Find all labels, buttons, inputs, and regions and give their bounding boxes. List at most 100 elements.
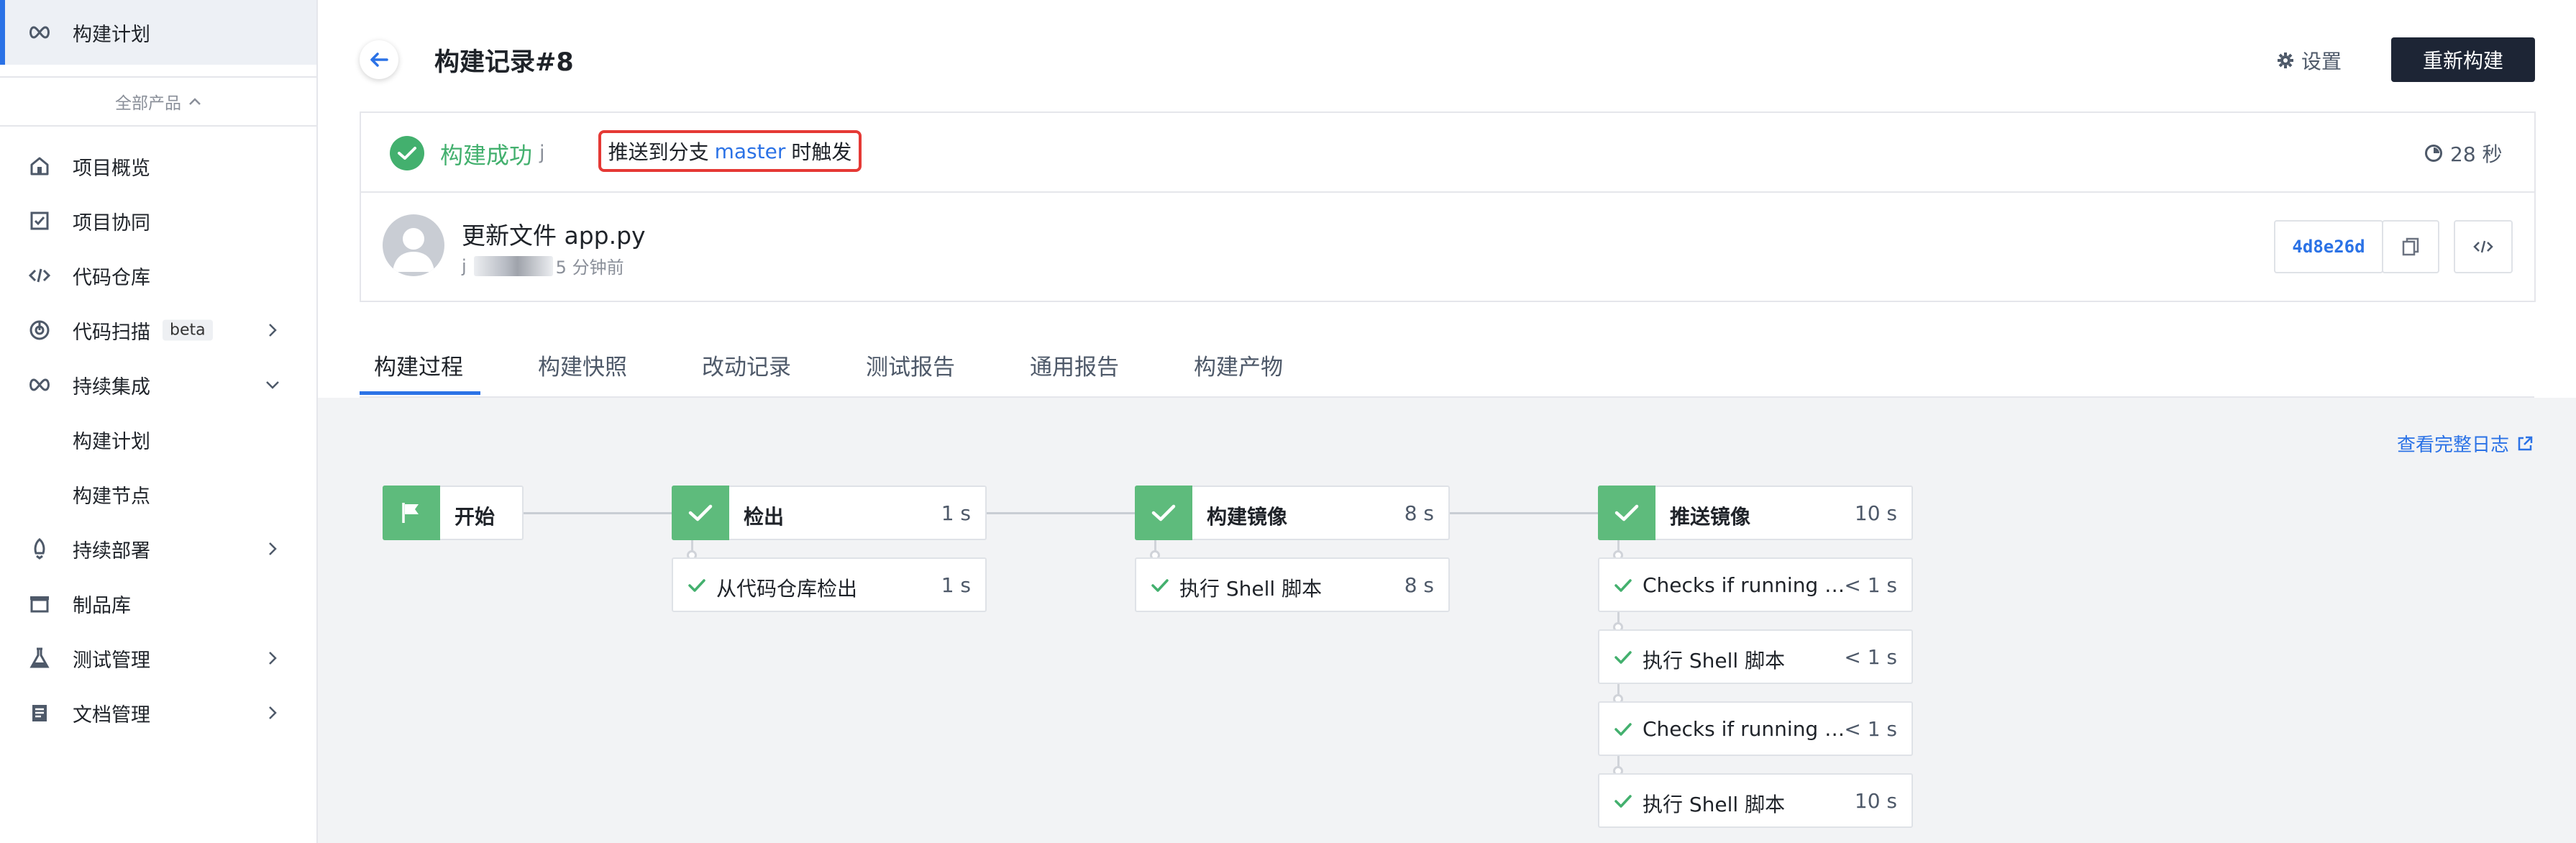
flag-icon: [383, 486, 440, 540]
check-icon: [672, 486, 729, 540]
view-full-log-link[interactable]: 查看完整日志: [2397, 430, 2534, 457]
job-time: 10 s: [1854, 789, 1897, 813]
job-time: 1 s: [941, 573, 971, 597]
start-label: 开始: [455, 505, 495, 529]
duration-value: 28 秒: [2450, 142, 2503, 166]
chevron-right-icon: [260, 318, 285, 342]
sidebar-item-label: 构建节点: [73, 485, 150, 508]
page-title: 构建记录#8: [434, 48, 574, 77]
tab-test-report[interactable]: 测试报告: [866, 349, 955, 381]
job-item[interactable]: 执行 Shell 脚本 8 s: [1135, 557, 1450, 612]
sidebar-item-label: 构建计划: [73, 23, 150, 46]
job-item[interactable]: 从代码仓库检出 1 s: [672, 557, 987, 612]
sidebar-item-artifacts[interactable]: 制品库: [0, 576, 316, 631]
card-divider: [361, 191, 2534, 193]
sidebar-item-repo[interactable]: 代码仓库: [0, 248, 316, 303]
chevron-right-icon: [260, 701, 285, 725]
job-item[interactable]: Checks if running o... < 1 s: [1598, 557, 1913, 612]
home-icon: [26, 152, 53, 180]
sidebar-item-build-plan-active[interactable]: 构建计划: [0, 0, 316, 65]
stage-name: 推送镜像: [1670, 505, 1751, 529]
pipeline-connector: [523, 512, 672, 514]
sidebar-item-collab[interactable]: 项目协同: [0, 193, 316, 248]
commit-time: 5 分钟前: [555, 258, 624, 278]
stage-time: 8 s: [1404, 501, 1434, 525]
job-time: < 1 s: [1844, 573, 1897, 597]
build-status: 构建成功: [440, 142, 533, 169]
sidebar-subitem-build-plan[interactable]: 构建计划: [0, 412, 316, 467]
sidebar: 构建计划 全部产品 项目概览 项目协同 代码仓库 代码扫描 beta 持续集成 …: [0, 0, 318, 843]
job-time: 8 s: [1404, 573, 1434, 597]
back-button[interactable]: [360, 40, 398, 79]
check-icon: [1614, 723, 1632, 736]
browse-code-button[interactable]: [2454, 220, 2513, 273]
copy-sha-button[interactable]: [2382, 220, 2439, 273]
job-name: 从代码仓库检出: [716, 577, 858, 601]
checkbox-icon: [26, 207, 53, 234]
all-products-label: 全部产品: [115, 94, 181, 113]
tab-change-log[interactable]: 改动记录: [702, 349, 791, 381]
tab-build-artifacts[interactable]: 构建产物: [1194, 349, 1283, 381]
sidebar-item-build-plan-top[interactable]: 构建计划: [0, 5, 316, 60]
stage-build-image[interactable]: 构建镜像 8 s: [1135, 486, 1450, 540]
sidebar-item-label: 持续部署: [73, 539, 150, 562]
sidebar-item-label: 测试管理: [73, 649, 150, 672]
trigger-prefix: 推送到分支: [608, 140, 709, 164]
pipeline-area: [318, 398, 2576, 843]
full-log-label: 查看完整日志: [2397, 434, 2510, 456]
sidebar-subitem-build-nodes[interactable]: 构建节点: [0, 467, 316, 521]
commit-sha-link[interactable]: 4d8e26d: [2274, 220, 2383, 273]
tab-bar: 构建过程 构建快照 改动记录 测试报告 通用报告 构建产物: [360, 334, 2534, 398]
doc-icon: [26, 699, 53, 726]
job-name: 执行 Shell 脚本: [1179, 577, 1323, 601]
build-info-card: 构建成功 j 推送到分支 master 时触发 28 秒 更新文件 app.py…: [360, 111, 2536, 302]
sidebar-item-label: 制品库: [73, 594, 131, 617]
sidebar-item-testing[interactable]: 测试管理: [0, 631, 316, 685]
success-check-icon: [390, 136, 424, 170]
chevron-down-icon: [260, 373, 285, 397]
job-item[interactable]: 执行 Shell 脚本 < 1 s: [1598, 629, 1913, 684]
settings-button[interactable]: 设置: [2277, 46, 2342, 75]
rebuild-button[interactable]: 重新构建: [2391, 37, 2535, 82]
tab-general-report[interactable]: 通用报告: [1030, 349, 1119, 381]
sidebar-item-label: 文档管理: [73, 703, 150, 726]
sidebar-item-label: 项目协同: [73, 211, 150, 234]
sidebar-item-label: 代码仓库: [73, 266, 150, 289]
chevron-up-icon: [189, 98, 201, 105]
stage-checkout[interactable]: 检出 1 s: [672, 486, 987, 540]
tab-build-snapshot[interactable]: 构建快照: [538, 349, 627, 381]
stage-push-image[interactable]: 推送镜像 10 s: [1598, 486, 1913, 540]
sidebar-item-docs[interactable]: 文档管理: [0, 685, 316, 740]
settings-label: 设置: [2301, 50, 2342, 73]
stage-name: 构建镜像: [1207, 505, 1288, 529]
tab-build-process[interactable]: 构建过程: [374, 349, 463, 381]
job-item[interactable]: 执行 Shell 脚本 10 s: [1598, 773, 1913, 828]
gear-icon: [2278, 53, 2293, 68]
trigger-user: j: [539, 142, 545, 164]
job-name: 执行 Shell 脚本: [1643, 649, 1786, 673]
check-icon: [1151, 579, 1169, 592]
sidebar-item-label: 代码扫描: [73, 321, 150, 344]
infinity-icon: [26, 371, 53, 398]
clock-icon: [2425, 145, 2442, 162]
sidebar-item-overview[interactable]: 项目概览: [0, 139, 316, 193]
copy-icon: [2402, 237, 2419, 256]
job-name: Checks if running o...: [1643, 573, 1851, 597]
all-products-toggle[interactable]: 全部产品: [0, 79, 316, 124]
sidebar-item-scan[interactable]: 代码扫描 beta: [0, 303, 316, 357]
infinity-icon: [26, 19, 53, 46]
job-item[interactable]: Checks if running o... < 1 s: [1598, 701, 1913, 756]
sidebar-item-ci[interactable]: 持续集成: [0, 357, 316, 412]
job-name: Checks if running o...: [1643, 717, 1851, 741]
sidebar-item-cd[interactable]: 持续部署: [0, 521, 316, 576]
rocket-icon: [26, 535, 53, 562]
sidebar-item-label: 构建计划: [73, 430, 150, 453]
branch-link[interactable]: master: [715, 140, 786, 163]
commit-meta: j 5 分钟前: [462, 253, 624, 278]
stage-time: 10 s: [1854, 501, 1897, 525]
beta-badge: beta: [163, 319, 213, 341]
check-icon: [1614, 651, 1632, 664]
arrow-left-icon: [370, 53, 388, 67]
active-tab-underline: [360, 391, 480, 395]
commit-message: 更新文件 app.py: [462, 222, 646, 250]
